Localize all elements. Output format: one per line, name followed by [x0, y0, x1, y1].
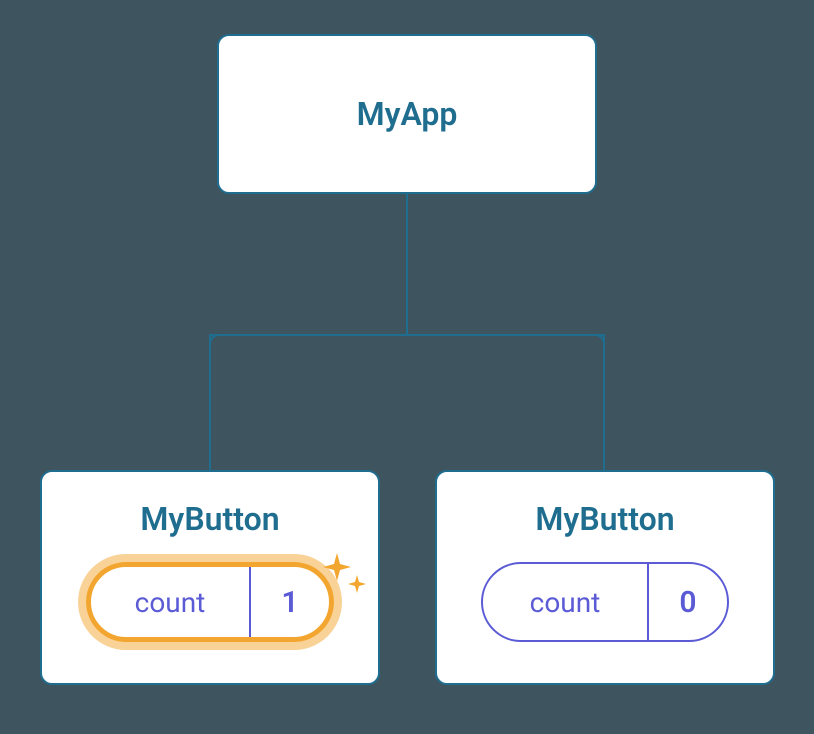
connector-vertical-top	[406, 194, 408, 334]
connector-vertical-left	[209, 334, 211, 470]
root-node-label: MyApp	[357, 95, 458, 133]
child-node-right-label: MyButton	[535, 500, 674, 538]
state-key: count	[483, 586, 647, 619]
sparkle-icon	[317, 549, 373, 609]
state-pill: count 0	[481, 562, 729, 642]
child-node-left: MyButton count 1	[40, 470, 380, 685]
state-pill-highlighted: count 1	[86, 562, 334, 642]
state-key: count	[91, 586, 249, 619]
connector-horizontal	[209, 334, 605, 336]
state-value: 0	[647, 564, 727, 640]
connector-corner-left	[209, 334, 223, 348]
connector-vertical-right	[603, 334, 605, 470]
child-node-right: MyButton count 0	[435, 470, 775, 685]
root-node: MyApp	[217, 34, 597, 194]
child-node-left-label: MyButton	[140, 500, 279, 538]
